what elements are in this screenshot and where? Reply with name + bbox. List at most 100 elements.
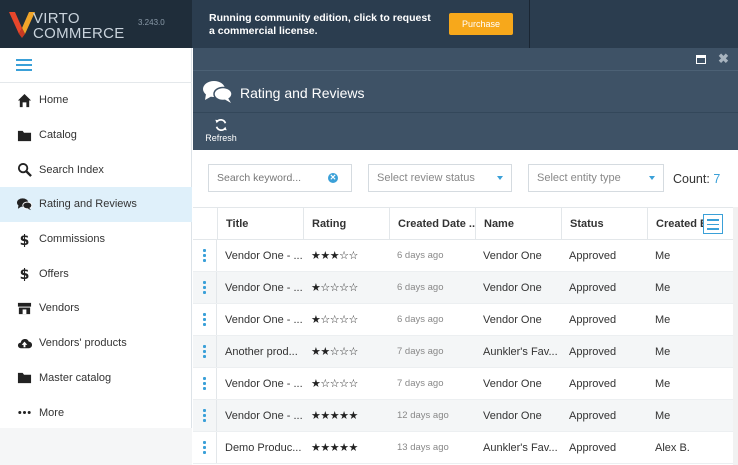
cell-name: Vendor One (483, 410, 542, 422)
cell-created-by: Alex B. (655, 442, 690, 454)
blade-header: Rating and Reviews (193, 70, 738, 112)
chevron-down-icon (497, 176, 503, 180)
sidebar-item-label: Vendors' products (39, 337, 127, 350)
column-header[interactable]: Title (217, 208, 303, 240)
count-value: 7 (713, 172, 721, 186)
star-rating-icon: ★☆☆☆☆ (311, 314, 358, 326)
chevron-down-icon (649, 176, 655, 180)
rating-stars: ★★★☆☆ (303, 240, 389, 271)
row-menu-icon[interactable] (193, 400, 217, 431)
svg-text:$: $ (19, 267, 29, 281)
rating-stars: ★★★★★ (303, 432, 389, 463)
sidebar-item-rating-and-reviews[interactable]: Rating and Reviews (0, 187, 192, 222)
row-menu-icon[interactable] (193, 304, 217, 335)
table-row[interactable]: Vendor One - ... ★★★★★ 12 days ago Vendor O… (193, 400, 738, 432)
sidebar: Home Catalog Search Index Rating and Review… (0, 48, 192, 465)
dollar-icon: $ (16, 266, 32, 282)
refresh-button[interactable]: Refresh (204, 118, 238, 143)
cell-title: Vendor One - ... (225, 314, 303, 326)
top-header: VIRTO COMMERCE 3.243.0 Running community… (0, 0, 738, 48)
cell-name: Vendor One (483, 282, 542, 294)
scrollbar[interactable] (733, 207, 738, 465)
cell-name: Aunkler's Fav... (483, 346, 558, 358)
sidebar-item-more[interactable]: More (0, 395, 192, 430)
purchase-button[interactable]: Purchase (449, 13, 513, 35)
entity-type-select[interactable]: Select entity type (528, 164, 664, 192)
entity-type-placeholder: Select entity type (537, 172, 621, 184)
column-header[interactable]: Status (561, 208, 647, 240)
sidebar-item-label: More (39, 406, 65, 419)
sidebar-item-vendors-products[interactable]: Vendors' products (0, 326, 192, 361)
table-row[interactable]: Demo Produc... ★★★★★ 13 days ago Aunkler's … (193, 432, 738, 464)
cell-name: Vendor One (483, 378, 542, 390)
star-rating-icon: ★★★★★ (311, 410, 358, 422)
column-header[interactable]: Rating (303, 208, 389, 240)
star-rating-icon: ★★★★★ (311, 442, 358, 454)
review-status-placeholder: Select review status (377, 172, 475, 184)
row-menu-icon[interactable] (193, 240, 217, 271)
sidebar-toggle[interactable] (0, 48, 192, 83)
sidebar-item-label: Offers (39, 267, 69, 280)
close-icon[interactable]: ✖ (718, 51, 729, 67)
column-header[interactable]: Created Date ... (389, 208, 475, 240)
rating-stars: ★☆☆☆☆ (303, 272, 389, 303)
reviews-table: Created B Status Name Created Date ... Ratin… (193, 207, 738, 465)
cell-created: 7 days ago (397, 346, 444, 357)
blade-toolbar: Refresh (193, 112, 738, 150)
row-menu-icon[interactable] (193, 368, 217, 399)
folder-icon (16, 370, 32, 386)
header-divider (529, 0, 530, 48)
cell-created: 7 days ago (397, 378, 444, 389)
table-row[interactable]: Vendor One - ... ★☆☆☆☆ 6 days ago Vendor On… (193, 304, 738, 336)
search-icon (16, 162, 32, 178)
sidebar-item-label: Home (39, 94, 69, 107)
column-header[interactable]: Name (475, 208, 561, 240)
sidebar-item-offers[interactable]: $ Offers (0, 256, 192, 291)
row-menu-icon[interactable] (193, 336, 217, 367)
rating-stars: ★★☆☆☆ (303, 336, 389, 367)
search-input[interactable] (209, 165, 327, 191)
sidebar-nav: Home Catalog Search Index Rating and Review… (0, 83, 192, 430)
cell-status: Approved (569, 282, 617, 294)
cell-created-by: Me (655, 410, 671, 422)
sidebar-item-label: Search Index (39, 163, 104, 176)
sidebar-item-label: Vendors (39, 302, 80, 315)
row-menu-icon[interactable] (193, 432, 217, 463)
sidebar-item-commissions[interactable]: $ Commissions (0, 222, 192, 257)
cell-status: Approved (569, 250, 617, 262)
table-row[interactable]: Vendor One - ... ★★★☆☆ 6 days ago Vendor On… (193, 240, 738, 272)
sidebar-item-master-catalog[interactable]: Master catalog (0, 361, 192, 396)
row-menu-icon[interactable] (193, 272, 217, 303)
logo[interactable]: VIRTO COMMERCE 3.243.0 (0, 0, 192, 48)
table-row[interactable]: Another prod... ★★☆☆☆ 7 days ago Aunkler's … (193, 336, 738, 368)
sidebar-item-label: Master catalog (39, 371, 112, 384)
sidebar-item-vendors[interactable]: Vendors (0, 291, 192, 326)
cell-created: 6 days ago (397, 250, 444, 261)
sidebar-footer (0, 428, 192, 465)
cell-name: Vendor One (483, 250, 542, 262)
sidebar-item-label: Rating and Reviews (39, 198, 137, 211)
maximize-icon[interactable] (696, 55, 706, 64)
sidebar-item-home[interactable]: Home (0, 83, 192, 118)
version-label: 3.243.0 (138, 18, 165, 27)
cell-created: 12 days ago (397, 410, 449, 421)
brand-line-2: COMMERCE (33, 25, 125, 42)
review-status-select[interactable]: Select review status (368, 164, 512, 192)
table-row[interactable]: Vendor One - ... ★☆☆☆☆ 6 days ago Vendor On… (193, 272, 738, 304)
clear-search-icon[interactable]: ✕ (328, 173, 338, 183)
table-body: Vendor One - ... ★★★☆☆ 6 days ago Vendor On… (193, 240, 738, 464)
cell-status: Approved (569, 378, 617, 390)
cell-created-by: Me (655, 378, 671, 390)
star-rating-icon: ★☆☆☆☆ (311, 378, 358, 390)
cell-created-by: Me (655, 314, 671, 326)
hamburger-icon[interactable] (16, 59, 32, 71)
sidebar-item-search-index[interactable]: Search Index (0, 152, 192, 187)
table-row[interactable]: Vendor One - ... ★☆☆☆☆ 7 days ago Vendor On… (193, 368, 738, 400)
sidebar-item-catalog[interactable]: Catalog (0, 118, 192, 153)
license-promo-text: Running community edition, click to requ… (209, 12, 431, 37)
column-menu-icon[interactable] (703, 214, 723, 234)
blade-controls: ✖ (193, 48, 738, 70)
cell-status: Approved (569, 346, 617, 358)
store-icon (16, 300, 32, 316)
refresh-icon (215, 119, 227, 131)
